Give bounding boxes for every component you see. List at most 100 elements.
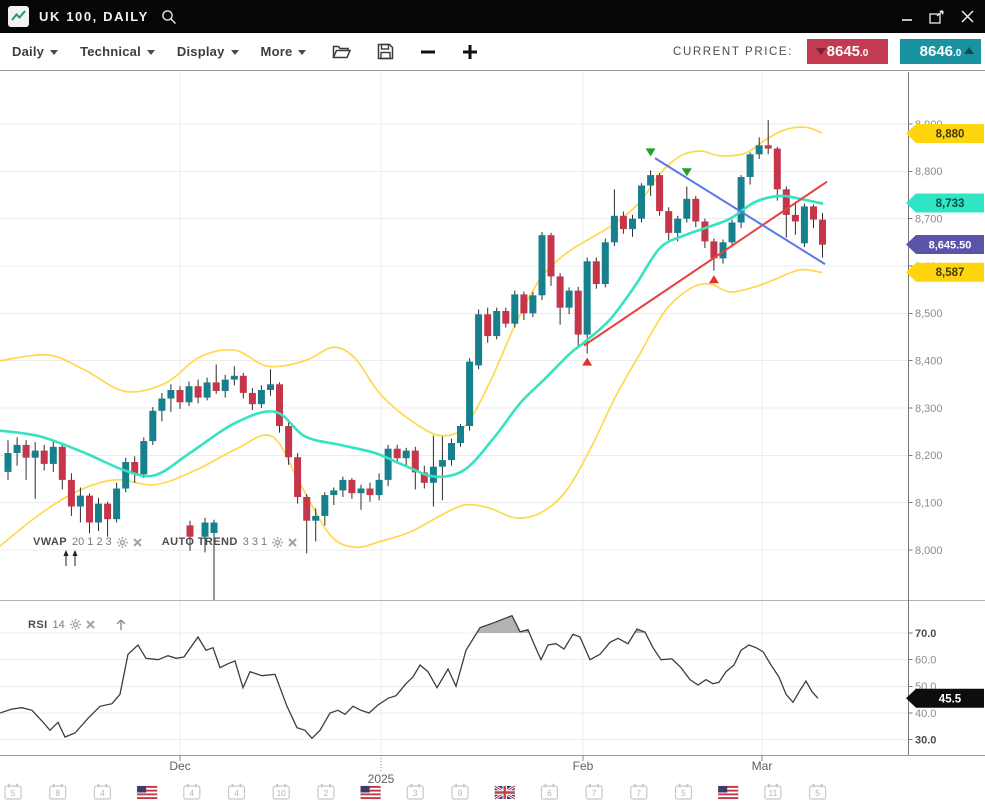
us-flag-icon[interactable] — [361, 786, 381, 799]
year-label: 2025 — [368, 772, 395, 786]
svg-text:9: 9 — [458, 788, 463, 798]
svg-text:10: 10 — [276, 788, 286, 798]
svg-text:8,100: 8,100 — [915, 498, 943, 510]
calendar-event-icon[interactable]: 6 — [541, 784, 557, 800]
menu-more-label: More — [261, 44, 293, 59]
move-panel-up-arrow-icon[interactable] — [115, 618, 127, 631]
price-badge: 8,645.50 — [906, 235, 984, 254]
buy-signal-icon — [582, 358, 592, 366]
calendar-event-icon[interactable]: 4 — [94, 784, 110, 800]
calendar-event-icon[interactable]: 4 — [229, 784, 245, 800]
close-icon[interactable] — [955, 6, 979, 28]
price-up-arrow-icon — [964, 47, 974, 54]
svg-text:5: 5 — [11, 788, 16, 798]
calendar-event-icon[interactable]: 3 — [407, 784, 423, 800]
chevron-down-icon — [298, 50, 306, 55]
buy-price-button[interactable]: 8646.0 — [900, 39, 981, 64]
price-down-arrow-icon — [816, 48, 826, 55]
rsi-panel — [0, 616, 818, 739]
us-flag-icon[interactable] — [137, 786, 157, 799]
rsi-remove-icon[interactable] — [86, 620, 95, 629]
calendar-event-icon[interactable]: 7 — [631, 784, 647, 800]
price-badge: 45.5 — [906, 689, 984, 708]
svg-text:11: 11 — [768, 788, 777, 798]
menu-display[interactable]: Display — [177, 44, 239, 59]
svg-text:3: 3 — [413, 788, 418, 798]
save-icon[interactable] — [377, 43, 394, 60]
svg-text:8,300: 8,300 — [915, 403, 943, 415]
buy-price-value: 8646 — [920, 43, 953, 60]
auto-trend-settings-gear-icon[interactable] — [272, 537, 283, 548]
svg-text:8,000: 8,000 — [915, 545, 943, 557]
toolbar: Daily Technical Display More CURRENT PRI… — [0, 33, 985, 71]
calendar-event-icon[interactable]: 5 — [676, 784, 692, 800]
svg-text:5: 5 — [681, 788, 686, 798]
menu-technical-label: Technical — [80, 44, 141, 59]
rsi-label: RSI — [28, 619, 48, 631]
price-badge: 8,587 — [906, 263, 984, 282]
svg-text:8: 8 — [55, 788, 60, 798]
calendar-event-icon[interactable]: 4 — [184, 784, 200, 800]
chevron-down-icon — [147, 50, 155, 55]
menu-daily-label: Daily — [12, 44, 44, 59]
auto-trend-remove-icon[interactable] — [288, 538, 297, 547]
sell-price-value: 8645 — [827, 43, 860, 60]
time-axis: Dec2025FebMar58444102396775115 — [5, 755, 826, 799]
calendar-event-icon[interactable]: 5 — [810, 784, 826, 800]
calendar-event-icon[interactable]: 2 — [318, 784, 334, 800]
svg-text:60.0: 60.0 — [915, 655, 936, 667]
menu-more[interactable]: More — [261, 44, 307, 59]
popout-button[interactable] — [925, 6, 949, 28]
calendar-event-icon[interactable]: 8 — [50, 784, 66, 800]
svg-text:8,400: 8,400 — [915, 356, 943, 368]
vwap-line — [0, 196, 822, 477]
svg-text:30.0: 30.0 — [915, 735, 936, 747]
vwap-label: VWAP — [33, 536, 67, 548]
vwap-settings-gear-icon[interactable] — [117, 537, 128, 548]
svg-text:4: 4 — [234, 788, 239, 798]
menu-technical[interactable]: Technical — [80, 44, 155, 59]
svg-text:6: 6 — [547, 788, 552, 798]
calendar-event-icon[interactable]: 5 — [5, 784, 21, 800]
open-folder-icon[interactable] — [332, 44, 351, 59]
svg-text:4: 4 — [189, 788, 194, 798]
month-label: Dec — [169, 759, 190, 773]
zoom-out-button[interactable] — [420, 44, 436, 60]
svg-text:2: 2 — [324, 788, 329, 798]
us-flag-icon[interactable] — [718, 786, 738, 799]
svg-text:40.0: 40.0 — [915, 708, 936, 720]
calendar-event-icon[interactable]: 7 — [586, 784, 602, 800]
menu-display-label: Display — [177, 44, 225, 59]
svg-text:8,800: 8,800 — [915, 166, 943, 178]
zoom-in-button[interactable] — [462, 44, 478, 60]
calendar-event-icon[interactable]: 11 — [765, 784, 781, 800]
svg-text:8,880: 8,880 — [936, 129, 965, 141]
symbol-title: UK 100, DAILY — [39, 9, 149, 24]
svg-text:4: 4 — [100, 788, 105, 798]
title-bar: UK 100, DAILY — [0, 0, 985, 33]
calendar-event-icon[interactable]: 10 — [273, 784, 289, 800]
svg-text:45.5: 45.5 — [939, 693, 962, 705]
app-logo-icon — [8, 6, 29, 27]
month-label: Mar — [752, 759, 773, 773]
chevron-down-icon — [231, 50, 239, 55]
bollinger-upper-band — [0, 127, 822, 436]
svg-text:8,700: 8,700 — [915, 214, 943, 226]
search-icon[interactable] — [161, 9, 177, 25]
svg-text:8,645.50: 8,645.50 — [929, 240, 972, 252]
vwap-remove-icon[interactable] — [133, 538, 142, 547]
price-axis: 8,9008,8008,7008,6008,5008,4008,3008,200… — [0, 72, 985, 756]
auto-trend-params: 3 3 1 — [243, 536, 267, 548]
uk-flag-icon[interactable] — [495, 786, 515, 799]
vwap-indicator-header: VWAP 20 1 2 3 AUTO TREND 3 3 1 — [33, 536, 297, 548]
chart-canvas[interactable]: 8,9008,8008,7008,6008,5008,4008,3008,200… — [0, 0, 985, 805]
calendar-event-icon[interactable]: 9 — [452, 784, 468, 800]
svg-text:70.0: 70.0 — [915, 628, 936, 640]
minimize-button[interactable] — [895, 6, 919, 28]
sell-price-button[interactable]: 8645.0 — [807, 39, 888, 64]
rsi-settings-gear-icon[interactable] — [70, 619, 81, 630]
svg-text:8,500: 8,500 — [915, 308, 943, 320]
svg-text:7: 7 — [636, 788, 641, 798]
svg-text:7: 7 — [592, 788, 597, 798]
menu-daily[interactable]: Daily — [12, 44, 58, 59]
